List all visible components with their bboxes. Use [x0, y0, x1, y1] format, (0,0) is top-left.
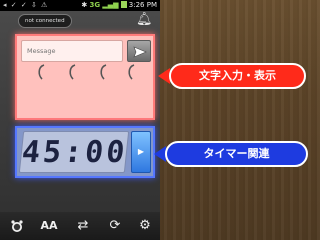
paper-plane-icon: [133, 46, 147, 58]
swap-button[interactable]: ⇄: [70, 216, 96, 236]
alarm-clock-icon: [11, 220, 23, 232]
settings-button[interactable]: ⚙: [132, 216, 158, 236]
font-size-icon: AA: [40, 219, 58, 232]
swap-icon: ⇄: [77, 218, 89, 233]
bell-icon[interactable]: 🔔︎: [136, 12, 153, 28]
callout-text-input: 文字入力・表示: [169, 63, 306, 89]
clock-ampm: PM: [146, 1, 157, 9]
timer-start-button[interactable]: ▶: [131, 131, 151, 173]
ring-icon: [100, 64, 107, 80]
connection-status-badge: not connected: [18, 14, 72, 28]
refresh-icon: ⟳: [109, 218, 121, 233]
timer-display[interactable]: 45:00: [18, 131, 130, 173]
play-icon: ▶: [137, 147, 145, 156]
message-panel: [15, 34, 155, 120]
message-input[interactable]: [21, 40, 123, 62]
clock-time: 3:26: [128, 1, 145, 9]
network-type: 3G: [89, 1, 101, 9]
callout-timer: タイマー関連: [165, 141, 308, 167]
signal-icon: ▂▄▆: [102, 1, 119, 9]
font-size-button[interactable]: AA: [36, 216, 62, 236]
ring-icon: [69, 64, 76, 80]
send-button[interactable]: [127, 40, 151, 62]
bluetooth-icon: ✱: [81, 1, 88, 9]
battery-icon: [120, 1, 127, 8]
status-bar: ◂ ✓ ✓ ⇩ ⚠ ✱ 3G ▂▄▆ 3:26 PM: [0, 0, 160, 11]
status-right: ✱ 3G ▂▄▆ 3:26 PM: [81, 0, 157, 11]
ring-icon: [38, 64, 45, 80]
phone-screen: ◂ ✓ ✓ ⇩ ⚠ ✱ 3G ▂▄▆ 3:26 PM not connected…: [0, 0, 160, 240]
timer-panel: 45:00 ▶: [15, 126, 155, 178]
alarm-clock-button[interactable]: [4, 216, 30, 236]
settings-icon: ⚙: [139, 218, 151, 233]
refresh-button[interactable]: ⟳: [102, 216, 128, 236]
binder-rings: [17, 64, 153, 86]
notification-icons: ◂ ✓ ✓ ⇩ ⚠: [3, 1, 49, 9]
bottom-toolbar: AA ⇄ ⟳ ⚙: [0, 212, 160, 240]
ring-icon: [128, 64, 135, 80]
